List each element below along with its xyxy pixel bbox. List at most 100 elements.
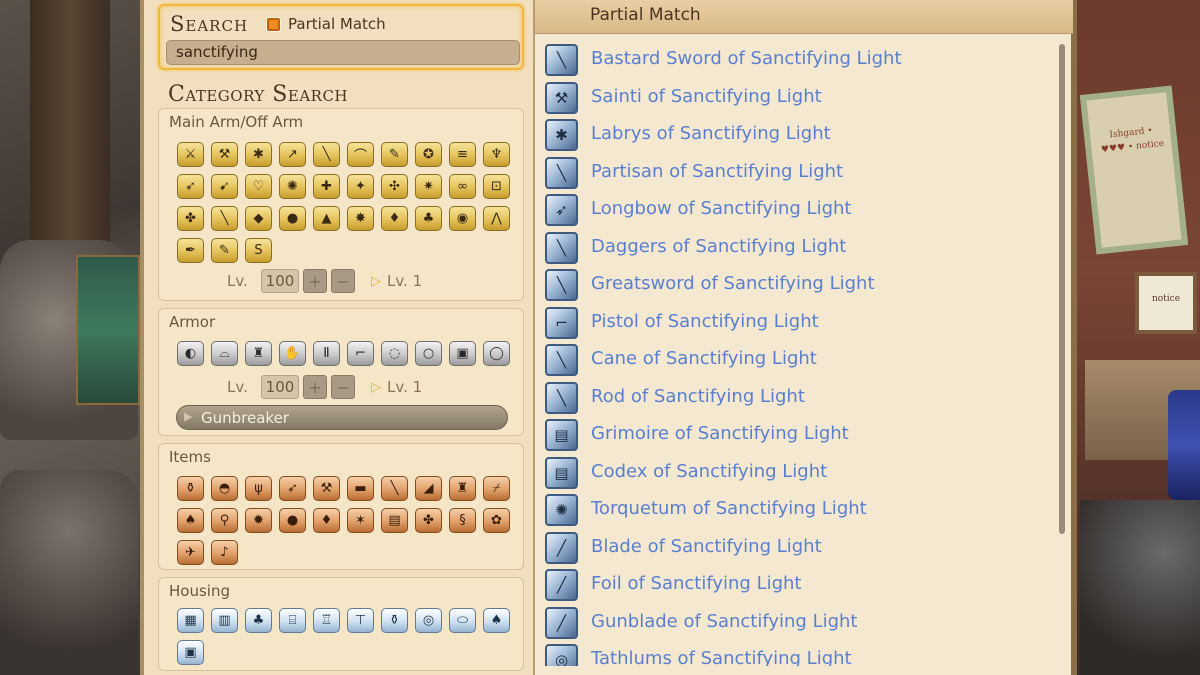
result-row[interactable]: ✱ Labrys of Sanctifying Light (545, 117, 1055, 153)
seafood-icon[interactable]: ➶ (279, 476, 306, 501)
necklace-icon[interactable]: ○ (415, 341, 442, 366)
result-name[interactable]: Labrys of Sanctifying Light (591, 123, 831, 144)
gladiator-arm-icon[interactable]: ⚔ (177, 142, 204, 167)
archer-arm-icon[interactable]: ➶ (177, 174, 204, 199)
thaumaturge-arm-icon[interactable]: ✺ (279, 174, 306, 199)
body-armor-icon[interactable]: ♜ (245, 341, 272, 366)
result-row[interactable]: ╱ Gunblade of Sanctifying Light (545, 605, 1055, 641)
alchemist-tool-icon[interactable]: ♦ (381, 206, 408, 231)
result-name[interactable]: Codex of Sanctifying Light (591, 461, 827, 482)
bracelets-icon[interactable]: ▣ (449, 341, 476, 366)
weaver-tool-icon[interactable]: ✸ (347, 206, 374, 231)
result-row[interactable]: ╲ Rod of Sanctifying Light (545, 380, 1055, 416)
partial-match-label[interactable]: Partial Match (288, 15, 386, 33)
result-name[interactable]: Blade of Sanctifying Light (591, 536, 822, 557)
result-row[interactable]: ◎ Tathlums of Sanctifying Light (545, 642, 1055, 666)
dark-knight-arm-icon[interactable]: ✎ (381, 142, 408, 167)
results-scrollbar[interactable] (1059, 44, 1065, 534)
astrologian-arm-icon[interactable]: ⊡ (483, 174, 510, 199)
search-input[interactable]: sanctifying (166, 40, 520, 65)
result-name[interactable]: Bastard Sword of Sanctifying Light (591, 48, 902, 69)
feet-armor-icon[interactable]: ⌐ (347, 341, 374, 366)
carpenter-tool-icon[interactable]: ✤ (177, 206, 204, 231)
partial-match-checkbox[interactable] (267, 18, 280, 31)
stone-icon[interactable]: ⚒ (313, 476, 340, 501)
cloth-icon[interactable]: ◢ (415, 476, 442, 501)
pugilist-arm-icon[interactable]: ⚒ (211, 142, 238, 167)
arcanist-arm-icon[interactable]: ✚ (313, 174, 340, 199)
result-row[interactable]: ╲ Daggers of Sanctifying Light (545, 230, 1055, 266)
result-row[interactable]: ╱ Blade of Sanctifying Light (545, 530, 1055, 566)
result-name[interactable]: Greatsword of Sanctifying Light (591, 273, 875, 294)
materia-icon[interactable]: ● (279, 508, 306, 533)
scholar-arm-icon[interactable]: ∞ (449, 174, 476, 199)
result-row[interactable]: ▤ Codex of Sanctifying Light (545, 455, 1055, 491)
result-row[interactable]: ╲ Greatsword of Sanctifying Light (545, 267, 1055, 303)
interior-fixture-icon[interactable]: ▥ (211, 608, 238, 633)
result-name[interactable]: Gunblade of Sanctifying Light (591, 611, 857, 632)
miscellany-icon[interactable]: ▤ (381, 508, 408, 533)
leather-icon[interactable]: ♜ (449, 476, 476, 501)
armorer-tool-icon[interactable]: ◆ (245, 206, 272, 231)
job-select-dropdown[interactable]: ▶ Gunbreaker (176, 405, 508, 430)
culinarian-tool-icon[interactable]: ♣ (415, 206, 442, 231)
soul-crystal-icon[interactable]: ✤ (415, 508, 442, 533)
main-arm-level-input[interactable]: 100 (261, 269, 299, 293)
result-name[interactable]: Torquetum of Sanctifying Light (591, 498, 867, 519)
result-name[interactable]: Sainti of Sanctifying Light (591, 86, 822, 107)
metal-icon[interactable]: ▬ (347, 476, 374, 501)
tabletop-icon[interactable]: ⚱ (381, 608, 408, 633)
leatherworker-tool-icon[interactable]: ▲ (313, 206, 340, 231)
rogue-arm-icon[interactable]: ╲ (313, 142, 340, 167)
lumber-icon[interactable]: ╲ (381, 476, 408, 501)
result-name[interactable]: Rod of Sanctifying Light (591, 386, 805, 407)
goldsmith-tool-icon[interactable]: ● (279, 206, 306, 231)
result-row[interactable]: ╱ Foil of Sanctifying Light (545, 567, 1055, 603)
fisher-tool-icon[interactable]: ✒ (177, 238, 204, 263)
seasonal-icon[interactable]: ✿ (483, 508, 510, 533)
part-icon[interactable]: ✹ (245, 508, 272, 533)
result-name[interactable]: Longbow of Sanctifying Light (591, 198, 851, 219)
armor-level-to[interactable]: Lv. 1 (387, 378, 422, 396)
dye-icon[interactable]: ⚲ (211, 508, 238, 533)
hands-armor-icon[interactable]: ✋ (279, 341, 306, 366)
gardening-icon[interactable]: ♠ (483, 608, 510, 633)
conjurer-arm-icon[interactable]: ✷ (415, 174, 442, 199)
head-armor-icon[interactable]: ⌓ (211, 341, 238, 366)
rug-icon[interactable]: ⬭ (449, 608, 476, 633)
crystal-icon[interactable]: ♦ (313, 508, 340, 533)
main-arm-level-minus-button[interactable]: − (331, 269, 355, 293)
airship-part-icon[interactable]: ✈ (177, 540, 204, 565)
result-row[interactable]: ➶ Longbow of Sanctifying Light (545, 192, 1055, 228)
orchestrion-roll-icon[interactable]: ♪ (211, 540, 238, 565)
result-name[interactable]: Daggers of Sanctifying Light (591, 236, 846, 257)
reagent-icon[interactable]: ♠ (177, 508, 204, 533)
result-row[interactable]: ⌐ Pistol of Sanctifying Light (545, 305, 1055, 341)
ring-icon[interactable]: ◯ (483, 341, 510, 366)
gunbreaker-arm-icon[interactable]: ✪ (415, 142, 442, 167)
result-name[interactable]: Tathlums of Sanctifying Light (591, 648, 852, 666)
chair-icon[interactable]: ♖ (313, 608, 340, 633)
result-row[interactable]: ✺ Torquetum of Sanctifying Light (545, 492, 1055, 528)
result-row[interactable]: ╲ Cane of Sanctifying Light (545, 342, 1055, 378)
viper-arm-icon[interactable]: ♆ (483, 142, 510, 167)
result-row[interactable]: ╲ Partisan of Sanctifying Light (545, 155, 1055, 191)
main-arm-level-plus-button[interactable]: + (303, 269, 327, 293)
outdoor-furnishing-icon[interactable]: ♣ (245, 608, 272, 633)
medicine-icon[interactable]: ⚱ (177, 476, 204, 501)
dancer-arm-icon[interactable]: ♡ (245, 174, 272, 199)
result-name[interactable]: Partisan of Sanctifying Light (591, 161, 843, 182)
botanist-tool-icon[interactable]: ⋀ (483, 206, 510, 231)
exterior-fixture-icon[interactable]: ▦ (177, 608, 204, 633)
machinist-arm-icon[interactable]: ➹ (211, 174, 238, 199)
table-icon[interactable]: ⊤ (347, 608, 374, 633)
armor-level-plus-button[interactable]: + (303, 375, 327, 399)
furnishing-icon[interactable]: ⌸ (279, 608, 306, 633)
sage-arm-icon[interactable]: ✎ (211, 238, 238, 263)
armor-level-minus-button[interactable]: − (331, 375, 355, 399)
marauder-arm-icon[interactable]: ✱ (245, 142, 272, 167)
shield-icon[interactable]: ◐ (177, 341, 204, 366)
samurai-arm-icon[interactable]: ⌒ (347, 142, 374, 167)
blacksmith-tool-icon[interactable]: ╲ (211, 206, 238, 231)
result-row[interactable]: ⚒ Sainti of Sanctifying Light (545, 80, 1055, 116)
